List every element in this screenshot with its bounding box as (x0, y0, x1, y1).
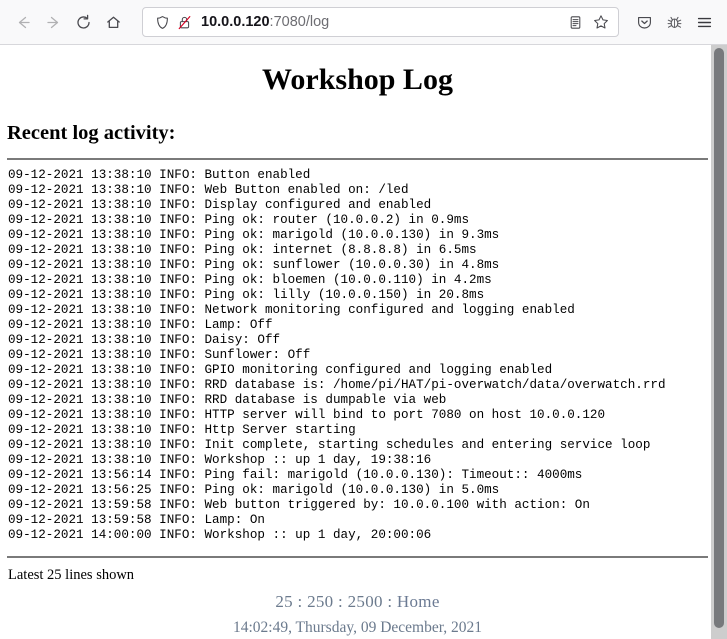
log-line: 09-12-2021 13:38:10 INFO: Init complete,… (8, 437, 651, 452)
vertical-scrollbar[interactable] (711, 45, 727, 639)
log-line: 09-12-2021 13:38:10 INFO: RRD database i… (8, 392, 447, 407)
log-line: 09-12-2021 13:38:10 INFO: Workshop :: up… (8, 452, 432, 467)
bookmark-button[interactable] (588, 9, 614, 35)
reload-button[interactable] (68, 7, 98, 37)
log-line: 09-12-2021 13:38:10 INFO: RRD database i… (8, 377, 666, 392)
home-icon (105, 14, 122, 31)
log-line: 09-12-2021 14:00:00 INFO: Workshop :: up… (8, 527, 432, 542)
reload-icon (75, 14, 92, 31)
log-line: 09-12-2021 13:38:10 INFO: Sunflower: Off (8, 347, 311, 362)
log-line: 09-12-2021 13:38:10 INFO: Network monito… (8, 302, 575, 317)
log-line: 09-12-2021 13:38:10 INFO: Ping ok: lilly… (8, 287, 485, 302)
log-line: 09-12-2021 13:38:10 INFO: Ping ok: marig… (8, 227, 500, 242)
footer-link-separator: : (333, 591, 348, 611)
url-text[interactable]: 10.0.0.120:7080/log (201, 15, 562, 30)
log-output: 09-12-2021 13:38:10 INFO: Button enabled… (8, 168, 708, 543)
log-line: 09-12-2021 13:38:10 INFO: Ping ok: inter… (8, 242, 477, 257)
footer-nav-links: 25 : 250 : 2500 : Home (7, 592, 708, 612)
toolbar-right-actions (629, 7, 719, 37)
debug-button[interactable] (659, 7, 689, 37)
hamburger-menu-icon (696, 14, 713, 31)
pocket-save-button[interactable] (629, 7, 659, 37)
forward-arrow-icon (45, 14, 62, 31)
bookmark-star-icon (593, 14, 609, 30)
log-line: 09-12-2021 13:38:10 INFO: Ping ok: route… (8, 212, 470, 227)
page-title: Workshop Log (262, 63, 453, 96)
footer-link-2500[interactable]: 2500 (348, 592, 383, 611)
url-path: :7080/log (269, 14, 330, 30)
log-line: 09-12-2021 13:38:10 INFO: Ping ok: bloem… (8, 272, 492, 287)
log-line: 09-12-2021 13:38:10 INFO: Web Button ena… (8, 182, 409, 197)
section-title: Recent log activity: (7, 122, 176, 144)
log-line: 09-12-2021 13:38:10 INFO: Display config… (8, 197, 432, 212)
log-line: 09-12-2021 13:59:58 INFO: Lamp: On (8, 512, 265, 527)
reader-view-icon (568, 15, 583, 30)
footer-link-home[interactable]: Home (397, 592, 440, 611)
log-line: 09-12-2021 13:38:10 INFO: Daisy: Off (8, 332, 281, 347)
log-line: 09-12-2021 13:38:10 INFO: GPIO monitorin… (8, 362, 553, 377)
footer-link-separator: : (292, 591, 308, 611)
address-bar[interactable]: 10.0.0.120:7080/log (142, 7, 619, 37)
home-button[interactable] (98, 7, 128, 37)
log-line: 09-12-2021 13:38:10 INFO: HTTP server wi… (8, 407, 606, 422)
app-menu-button[interactable] (689, 7, 719, 37)
footer-timestamp: 14:02:49, Thursday, 09 December, 2021 (232, 618, 483, 636)
log-line: 09-12-2021 13:38:10 INFO: Lamp: Off (8, 317, 273, 332)
forward-button[interactable] (38, 7, 68, 37)
footer-link-25[interactable]: 25 (275, 592, 293, 611)
back-arrow-icon (15, 14, 32, 31)
page-content: Workshop Log Recent log activity: 09-12-… (0, 45, 727, 639)
scrollbar-thumb[interactable] (714, 48, 724, 628)
url-host: 10.0.0.120 (201, 14, 270, 30)
log-line: 09-12-2021 13:38:10 INFO: Button enabled (8, 167, 311, 182)
pocket-save-icon (636, 14, 653, 31)
footer-link-250[interactable]: 250 (307, 592, 333, 611)
reader-view-button[interactable] (562, 9, 588, 35)
address-bar-actions (562, 9, 614, 35)
footer-link-separator: : (382, 591, 397, 611)
log-line: 09-12-2021 13:59:58 INFO: Web button tri… (8, 497, 590, 512)
browser-toolbar: 10.0.0.120:7080/log (0, 0, 727, 45)
lines-shown-note: Latest 25 lines shown (8, 566, 135, 583)
divider-top (7, 157, 708, 160)
log-line: 09-12-2021 13:56:14 INFO: Ping fail: mar… (8, 467, 583, 482)
shield-icon[interactable] (151, 11, 173, 33)
back-button[interactable] (8, 7, 38, 37)
log-line: 09-12-2021 13:56:25 INFO: Ping ok: marig… (8, 482, 500, 497)
divider-bottom (7, 555, 708, 558)
bug-icon (666, 14, 683, 31)
broken-padlock-icon[interactable] (173, 11, 195, 33)
log-line: 09-12-2021 13:38:10 INFO: Ping ok: sunfl… (8, 257, 500, 272)
log-line: 09-12-2021 13:38:10 INFO: Http Server st… (8, 422, 356, 437)
